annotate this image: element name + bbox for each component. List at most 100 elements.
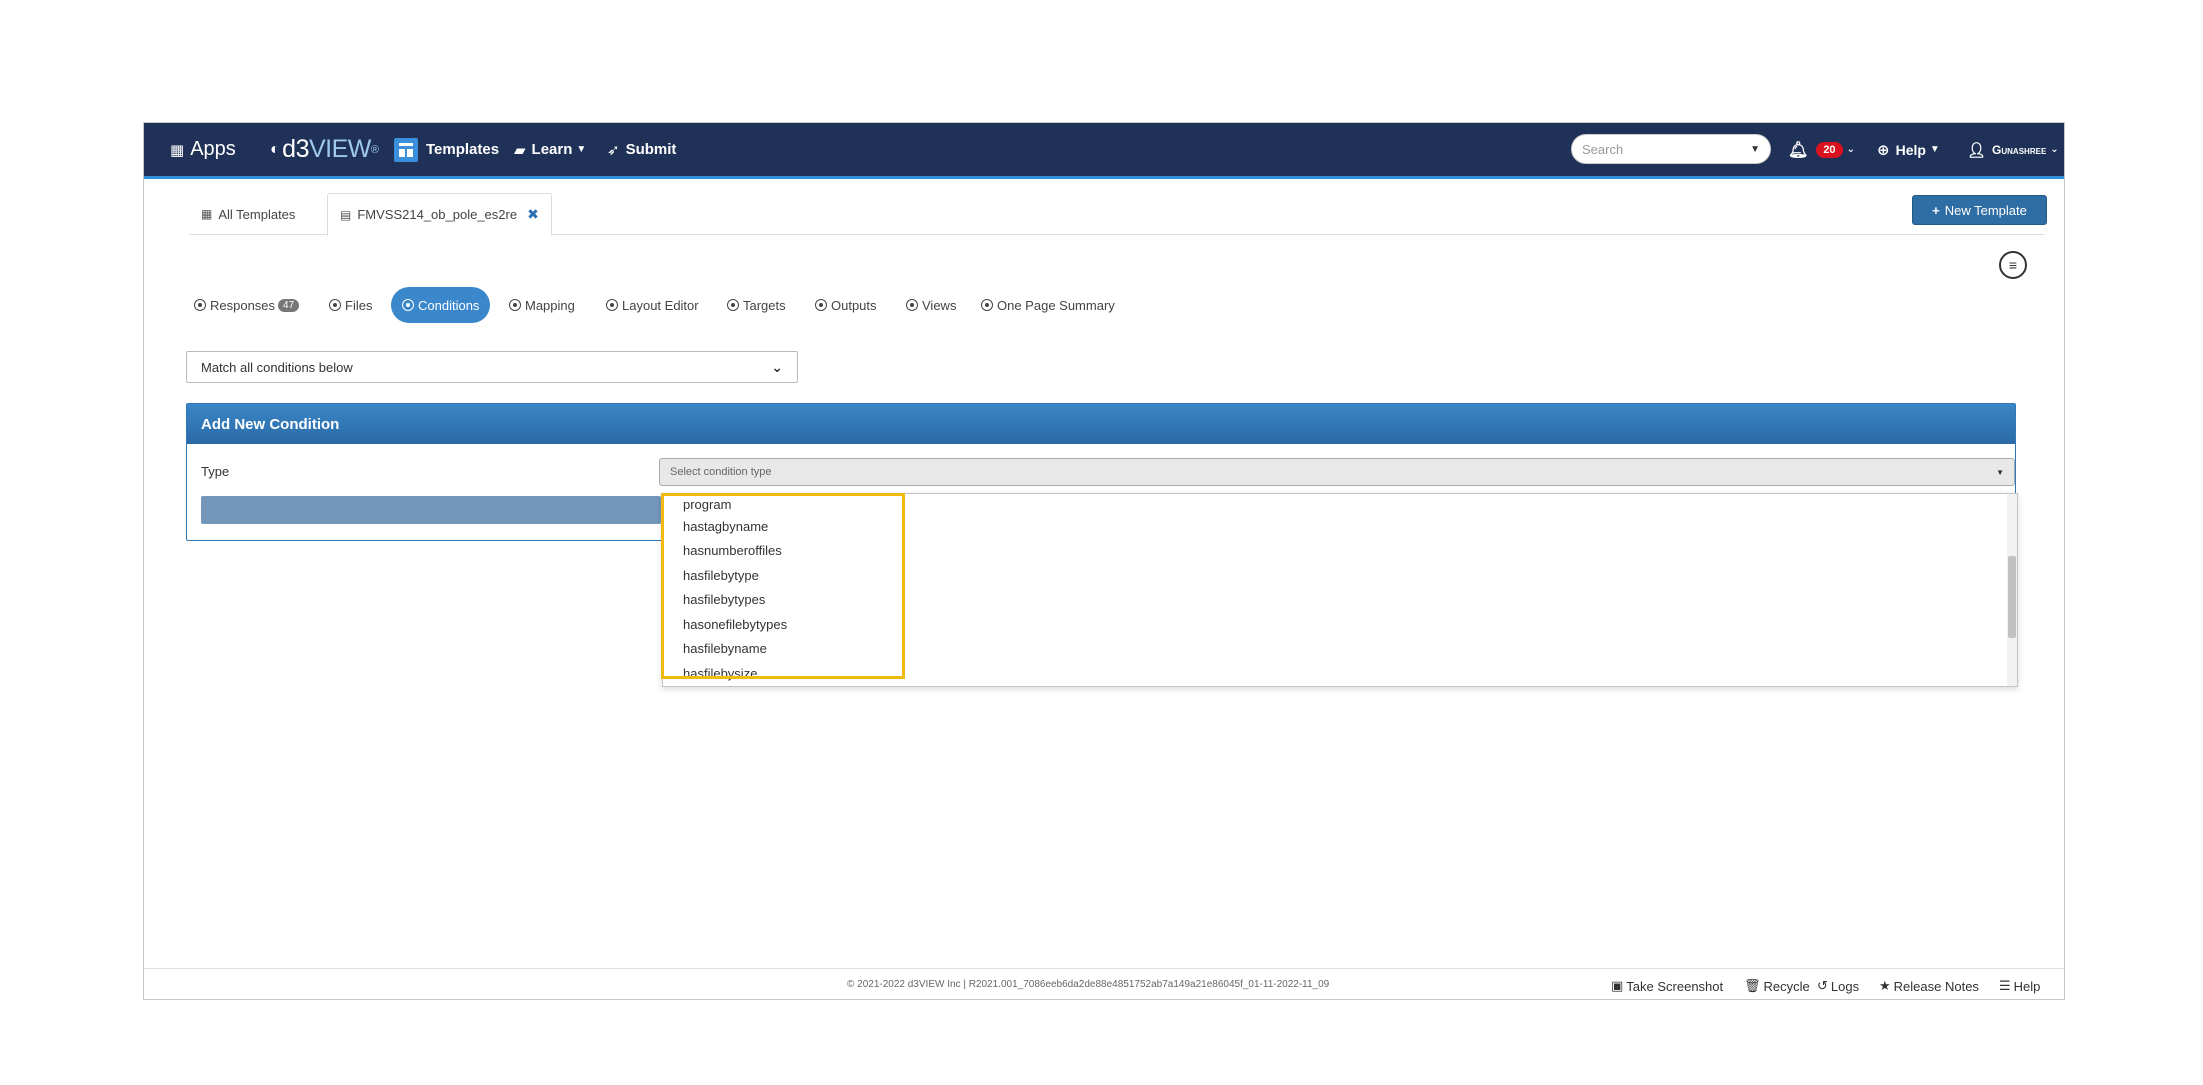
- apps-label: Apps: [190, 138, 236, 160]
- dropdown-option[interactable]: hasfilebysize: [663, 661, 2017, 686]
- rocket-icon: ➶: [607, 141, 620, 159]
- caret-down-icon: ▼: [1996, 467, 2004, 477]
- dot-circle-icon: [194, 299, 206, 311]
- help-link[interactable]: ☰ Help: [1999, 978, 2040, 994]
- dropdown-option[interactable]: hasfilebyname: [663, 637, 2017, 662]
- logs-link[interactable]: ↺ Logs: [1817, 978, 1859, 994]
- recycle-link[interactable]: 🗑︎ Recycle: [1744, 978, 1810, 994]
- recycle-label: Recycle: [1763, 978, 1810, 994]
- nav-templates[interactable]: Templates: [394, 123, 499, 176]
- apps-menu[interactable]: ▦ Apps: [170, 123, 236, 176]
- dropdown-option[interactable]: hastagbyname: [663, 514, 2017, 539]
- dot-circle-icon: [329, 299, 341, 311]
- tab-conditions[interactable]: Conditions: [391, 287, 491, 323]
- dropdown-option[interactable]: hasfilebytypes: [663, 588, 2017, 613]
- templates-label: Templates: [426, 141, 500, 158]
- caret-down-icon: ▼: [576, 144, 587, 155]
- history-icon: ↺: [1817, 978, 1828, 993]
- help-footer-label: Help: [2013, 978, 2041, 994]
- tab-mapping[interactable]: Mapping: [509, 287, 575, 323]
- dropdown-option[interactable]: hasonefilebytypes: [663, 612, 2017, 637]
- logs-label: Logs: [1830, 978, 1860, 994]
- release-notes-link[interactable]: ★ Release Notes: [1879, 978, 1979, 994]
- tab-active-template[interactable]: ▤ FMVSS214_ob_pole_es2re ✖: [327, 193, 552, 236]
- tab-all-templates[interactable]: ▦ All Templates: [189, 193, 307, 235]
- tab-outputs[interactable]: Outputs: [815, 287, 877, 323]
- d3view-logo[interactable]: ◐ d3 VIEW ®: [270, 123, 379, 176]
- chevron-down-icon: ⌄: [771, 358, 783, 375]
- responses-count-badge: 47: [278, 298, 300, 312]
- search-placeholder: Search: [1582, 141, 1624, 157]
- condition-type-dropdown: program hastagbyname hasnumberoffiles ha…: [662, 493, 2018, 687]
- dot-circle-icon: [727, 299, 739, 311]
- footer: © 2021-2022 d3VIEW Inc | R2021.001_7086e…: [144, 968, 2064, 999]
- list-icon: ☰: [1999, 978, 2011, 993]
- dropdown-option[interactable]: hasnumberoffiles: [663, 539, 2017, 564]
- search-input[interactable]: Search ▼: [1571, 134, 1771, 164]
- dot-circle-icon: [509, 299, 521, 311]
- scrollbar-thumb[interactable]: [2008, 556, 2016, 638]
- nav-submit[interactable]: ➶ Submit: [607, 123, 676, 176]
- image-icon: ▣: [1611, 978, 1624, 993]
- new-template-label: New Template: [1944, 202, 2027, 218]
- dot-circle-icon: [981, 299, 993, 311]
- top-navbar: ▦ Apps ◐ d3 VIEW ® Templates ▰ Learn ▼ ➶ S…: [144, 123, 2064, 179]
- hamburger-menu-button[interactable]: ≡: [1999, 251, 2027, 279]
- match-conditions-select[interactable]: Match all conditions below ⌄: [186, 351, 798, 383]
- tab-active-template-label: FMVSS214_ob_pole_es2re: [357, 207, 518, 222]
- tab-responses[interactable]: Responses 47: [194, 287, 300, 323]
- user-menu[interactable]: 👤︎ Gunashree ⌄: [1967, 123, 2059, 176]
- tab-layout-editor[interactable]: Layout Editor: [606, 287, 699, 323]
- template-tabs: ▦ All Templates ▤ FMVSS214_ob_pole_es2re…: [189, 193, 2044, 236]
- tab-all-templates-label: All Templates: [218, 206, 296, 222]
- dropdown-option[interactable]: program: [663, 494, 2017, 514]
- panel-title: Add New Condition: [187, 404, 2015, 444]
- logo-mark-icon: ◐: [270, 140, 280, 158]
- tab-views[interactable]: Views: [906, 287, 956, 323]
- learn-label: Learn: [531, 141, 573, 158]
- tab-targets[interactable]: Targets: [727, 287, 786, 323]
- trash-icon: 🗑︎: [1744, 978, 1761, 993]
- nav-learn[interactable]: ▰ Learn ▼: [514, 123, 586, 176]
- logo-reg: ®: [370, 143, 379, 156]
- release-notes-label: Release Notes: [1893, 978, 1979, 994]
- tab-responses-label: Responses: [210, 297, 276, 313]
- caret-down-icon: ▼: [1750, 143, 1760, 155]
- footer-copyright: © 2021-2022 d3VIEW Inc | R2021.001_7086e…: [847, 979, 1330, 990]
- tab-layout-editor-label: Layout Editor: [622, 297, 699, 313]
- plus-icon: +: [1932, 202, 1940, 218]
- globe-icon: ⊕: [1877, 141, 1890, 159]
- hamburger-icon: ≡: [2008, 257, 2018, 273]
- logo-view: VIEW: [308, 135, 371, 163]
- match-select-value: Match all conditions below: [201, 359, 353, 375]
- new-template-button[interactable]: + New Template: [1912, 195, 2047, 225]
- help-menu[interactable]: ⊕ Help ▼: [1877, 123, 1940, 176]
- dropdown-options: program hastagbyname hasnumberoffiles ha…: [663, 494, 2017, 686]
- dot-circle-icon: [906, 299, 918, 311]
- bell-icon: 🔔︎: [1788, 141, 1809, 159]
- take-screenshot-label: Take Screenshot: [1626, 978, 1724, 994]
- type-label: Type: [201, 464, 230, 479]
- type-placeholder: Select condition type: [670, 466, 772, 478]
- tab-one-page-summary-label: One Page Summary: [997, 297, 1115, 313]
- notifications-button[interactable]: 🔔︎ 20 ⌄: [1788, 123, 1855, 176]
- dropdown-option[interactable]: hasfilebytype: [663, 563, 2017, 588]
- logo-d3: d3: [282, 135, 309, 163]
- add-condition-button[interactable]: [201, 496, 661, 524]
- dropdown-scrollbar[interactable]: [2007, 494, 2017, 686]
- chevron-down-icon: ⌄: [2050, 144, 2059, 155]
- user-label: Gunashree: [1992, 142, 2047, 157]
- tab-one-page-summary[interactable]: One Page Summary: [981, 287, 1115, 323]
- book-icon: ▰: [514, 141, 526, 159]
- tab-files[interactable]: Files: [329, 287, 372, 323]
- take-screenshot-link[interactable]: ▣ Take Screenshot: [1611, 978, 1723, 994]
- close-icon[interactable]: ✖: [527, 206, 539, 223]
- condition-type-select[interactable]: Select condition type ▼: [659, 458, 2015, 486]
- tab-outputs-label: Outputs: [831, 297, 877, 313]
- grid-icon: ▦: [170, 141, 185, 159]
- dot-circle-icon: [606, 299, 618, 311]
- tab-targets-label: Targets: [743, 297, 786, 313]
- user-icon: 👤︎: [1967, 141, 1987, 159]
- table-icon: ▦: [201, 207, 213, 221]
- templates-icon: [394, 137, 418, 162]
